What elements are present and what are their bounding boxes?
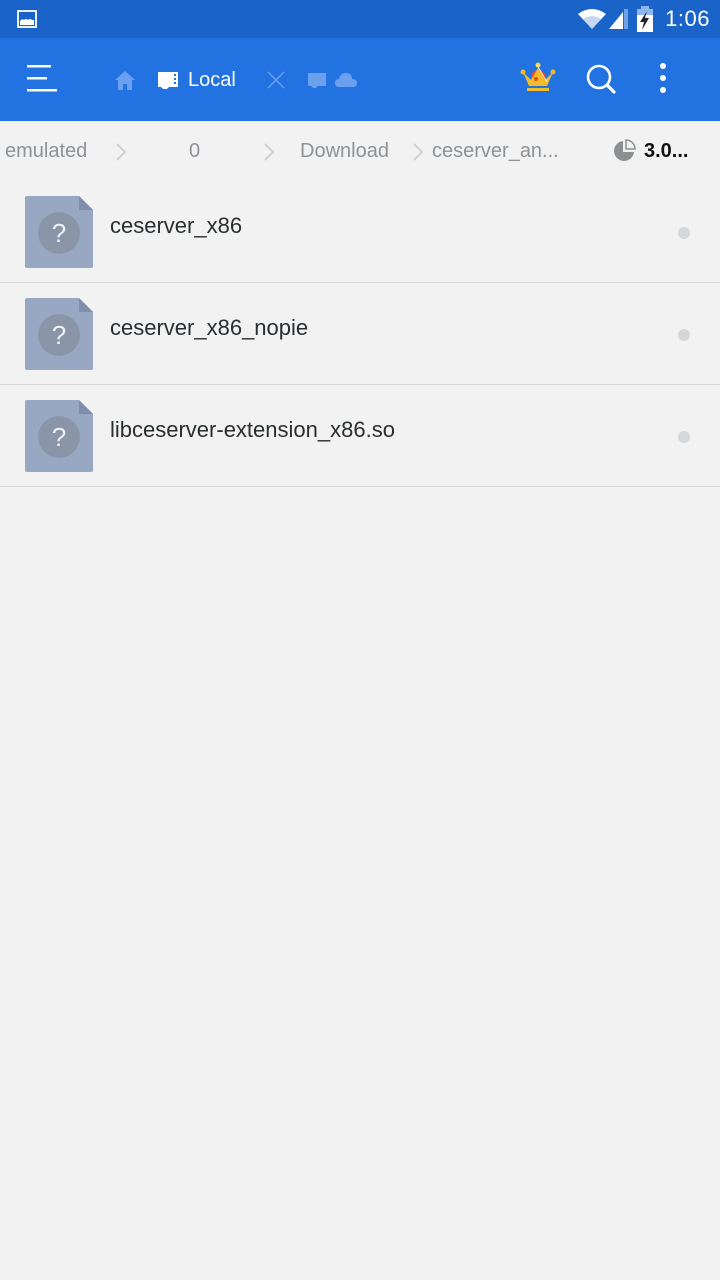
file-name: ceserver_x86: [110, 213, 243, 238]
svg-text:?: ?: [52, 218, 66, 248]
chevron-right-icon: [116, 143, 127, 161]
file-name: libceserver-extension_x86.so: [110, 417, 395, 442]
storage-value: 3.0...: [644, 139, 689, 162]
svg-text:?: ?: [52, 422, 66, 452]
tab-local-label: Local: [188, 68, 236, 91]
unknown-file-icon: ?: [25, 196, 93, 268]
svg-text:?: ?: [52, 320, 66, 350]
unknown-file-icon: ?: [25, 400, 93, 472]
selection-dot[interactable]: [678, 227, 690, 239]
clock: 1:06: [665, 6, 710, 31]
selection-dot[interactable]: [678, 329, 690, 341]
cell-signal-icon: [609, 9, 629, 29]
home-icon[interactable]: [112, 67, 138, 93]
chevron-right-icon: [264, 143, 275, 161]
menu-icon[interactable]: [22, 60, 62, 100]
premium-crown-icon[interactable]: [518, 60, 558, 100]
search-icon[interactable]: [582, 60, 622, 100]
list-item[interactable]: ? ceserver_x86_nopie: [0, 283, 720, 385]
close-icon[interactable]: [264, 68, 288, 92]
list-item[interactable]: ? libceserver-extension_x86.so: [0, 385, 720, 487]
storage-icon[interactable]: [306, 69, 328, 91]
storage-usage[interactable]: 3.0...: [612, 121, 688, 181]
selection-dot[interactable]: [678, 431, 690, 443]
breadcrumb-item-current[interactable]: ceserver_an...: [432, 121, 559, 181]
breadcrumb-item-download[interactable]: Download: [300, 121, 389, 181]
more-vert-icon[interactable]: [648, 60, 678, 100]
status-bar: 1:06: [0, 0, 720, 38]
file-name: ceserver_x86_nopie: [110, 315, 309, 340]
battery-charging-icon: [637, 6, 654, 32]
status-icons: 1:06: [577, 0, 710, 38]
window-tabs: Local: [110, 60, 358, 100]
cloud-icon[interactable]: [334, 69, 358, 91]
breadcrumb: emulated 0 Download ceserver_an... 3.0..…: [0, 121, 720, 181]
list-item[interactable]: ? ceserver_x86: [0, 181, 720, 283]
sd-card-icon: [158, 72, 178, 89]
chevron-right-icon: [413, 143, 424, 161]
wifi-icon: [578, 9, 607, 29]
file-list: ? ceserver_x86 ? ceserver_x86_nopie ? li…: [0, 181, 720, 487]
app-bar: Local: [0, 38, 720, 121]
tab-local[interactable]: Local: [156, 69, 236, 92]
unknown-file-icon: ?: [25, 298, 93, 370]
gallery-notification-icon: [17, 10, 37, 28]
pie-chart-icon: [614, 139, 636, 161]
breadcrumb-item-0[interactable]: 0: [189, 121, 200, 181]
breadcrumb-item-emulated[interactable]: emulated: [5, 121, 87, 181]
